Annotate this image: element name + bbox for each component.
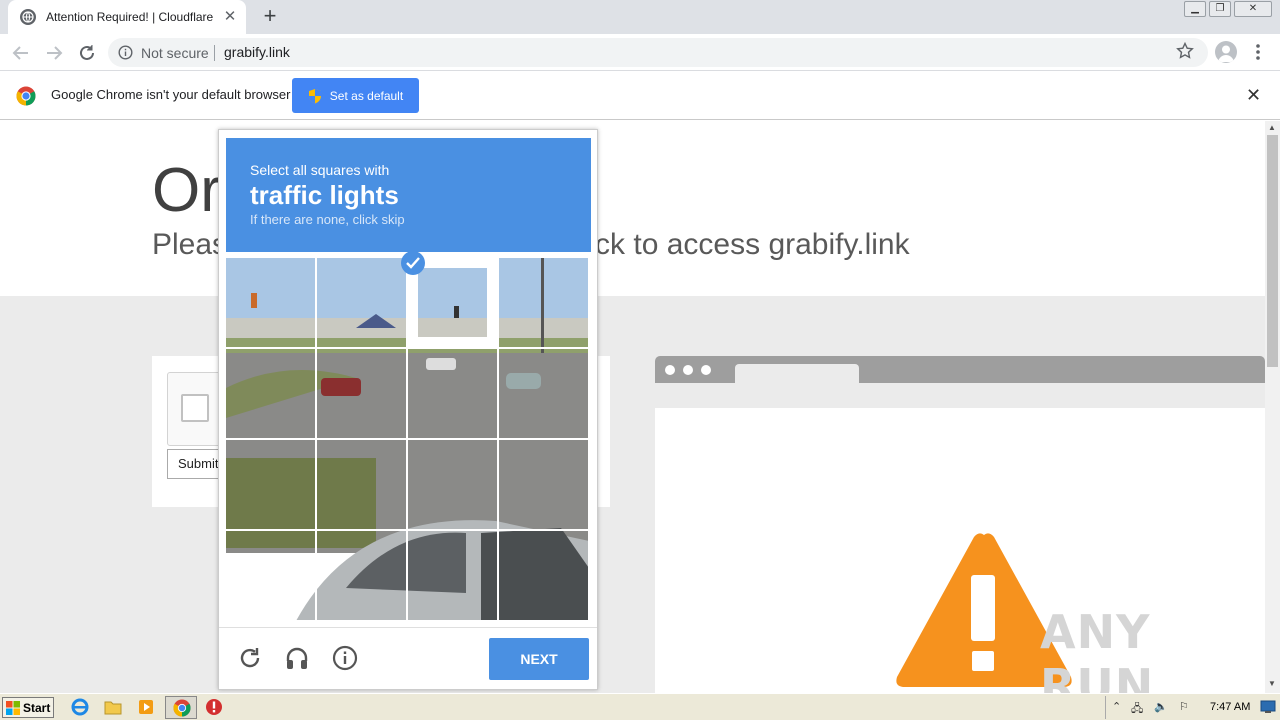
- challenge-tile[interactable]: [317, 258, 406, 347]
- windows-taskbar: Start ⌃ 🖧 🔈 ⚐ 7:47 AM: [0, 693, 1280, 720]
- challenge-tile[interactable]: [317, 349, 406, 438]
- back-icon[interactable]: [10, 42, 32, 64]
- scroll-up-icon[interactable]: ▲: [1268, 123, 1276, 132]
- set-as-default-button[interactable]: Set as default: [292, 78, 419, 113]
- challenge-tile[interactable]: [408, 349, 497, 438]
- challenge-tile[interactable]: [226, 258, 315, 347]
- browser-toolbar: Not secure grabify.link: [0, 34, 1280, 71]
- illustration-tab: [735, 364, 859, 383]
- recaptcha-challenge: Select all squares with traffic lights I…: [218, 129, 598, 690]
- tab-strip: Attention Required! | Cloudflare ✕ + ▁ ❐…: [0, 0, 1280, 34]
- start-label: Start: [23, 700, 51, 715]
- challenge-instruction: Select all squares with: [250, 162, 390, 178]
- media-player-icon[interactable]: [137, 698, 155, 716]
- challenge-tile[interactable]: [408, 531, 497, 620]
- illustration-dot: [701, 365, 711, 375]
- next-button[interactable]: NEXT: [489, 638, 589, 680]
- action-center-flag-icon[interactable]: ⚐: [1179, 700, 1189, 713]
- recaptcha-checkbox[interactable]: [181, 394, 209, 422]
- start-button[interactable]: Start: [2, 697, 54, 718]
- system-tray: ⌃ 🖧 🔈 ⚐ 7:47 AM: [1105, 696, 1280, 719]
- address-url[interactable]: grabify.link: [224, 44, 290, 60]
- challenge-tile[interactable]: [401, 251, 497, 347]
- challenge-tile[interactable]: [499, 531, 588, 620]
- challenge-image-grid: [226, 251, 589, 621]
- illustration-dot: [665, 365, 675, 375]
- illustration-titlebar: [655, 356, 1265, 383]
- profile-avatar-icon[interactable]: [1215, 41, 1237, 63]
- chrome-logo-icon: [16, 86, 36, 106]
- tab-close-icon[interactable]: ✕: [222, 9, 238, 25]
- antivirus-stop-icon[interactable]: [205, 698, 223, 716]
- challenge-tile[interactable]: [499, 440, 588, 529]
- scroll-down-icon[interactable]: ▼: [1268, 679, 1276, 688]
- challenge-tile[interactable]: [317, 440, 406, 529]
- restore-button[interactable]: ❐: [1209, 1, 1231, 17]
- bookmark-star-icon[interactable]: [1176, 42, 1194, 60]
- challenge-tile[interactable]: [226, 531, 315, 620]
- challenge-header: Select all squares with traffic lights I…: [226, 138, 591, 252]
- forward-icon[interactable]: [43, 42, 65, 64]
- volume-icon[interactable]: 🔈: [1154, 700, 1168, 713]
- close-window-button[interactable]: ✕: [1234, 1, 1272, 17]
- minimize-button[interactable]: ▁: [1184, 1, 1206, 17]
- tile-selected-check-icon: [401, 251, 425, 275]
- challenge-hint: If there are none, click skip: [250, 212, 405, 227]
- scroll-thumb[interactable]: [1267, 135, 1278, 367]
- infobar-close-icon[interactable]: ✕: [1246, 86, 1261, 104]
- challenge-tile[interactable]: [499, 349, 588, 438]
- page-subtitle-right: ck to access grabify.link: [595, 228, 910, 261]
- reload-icon[interactable]: [76, 42, 98, 64]
- globe-icon: [20, 9, 36, 25]
- security-label: Not secure: [141, 45, 209, 61]
- info-icon[interactable]: [118, 45, 133, 60]
- internet-explorer-icon[interactable]: [71, 698, 89, 716]
- tray-expand-icon[interactable]: ⌃: [1112, 700, 1121, 713]
- folder-icon[interactable]: [104, 698, 122, 716]
- address-separator: [214, 45, 215, 61]
- challenge-target: traffic lights: [250, 180, 399, 210]
- page-scrollbar[interactable]: ▲ ▼: [1265, 121, 1280, 693]
- set-as-default-label: Set as default: [329, 88, 404, 103]
- more-menu-icon[interactable]: [1250, 43, 1266, 61]
- shield-icon: [308, 88, 321, 103]
- network-icon[interactable]: 🖧: [1131, 700, 1143, 719]
- address-bar[interactable]: Not secure grabify.link: [108, 38, 1208, 67]
- taskbar-chrome-button[interactable]: [165, 696, 197, 719]
- challenge-tile[interactable]: [226, 349, 315, 438]
- default-browser-infobar: Google Chrome isn't your default browser…: [0, 71, 1280, 120]
- tab-title: Attention Required! | Cloudflare: [46, 10, 214, 24]
- challenge-tile[interactable]: [226, 440, 315, 529]
- challenge-tile[interactable]: [408, 440, 497, 529]
- challenge-tile[interactable]: [499, 258, 588, 347]
- browser-tab[interactable]: Attention Required! | Cloudflare ✕: [8, 0, 246, 34]
- windows-logo-icon: [6, 700, 20, 715]
- page-subtitle-left: Pleas: [152, 228, 228, 261]
- infobar-message: Google Chrome isn't your default browser: [51, 87, 291, 102]
- chrome-taskbar-icon: [173, 699, 191, 717]
- reload-challenge-icon[interactable]: [237, 645, 263, 671]
- challenge-tile[interactable]: [317, 531, 406, 620]
- help-info-icon[interactable]: [332, 645, 358, 671]
- illustration-dot: [683, 365, 693, 375]
- page-heading: Or: [152, 156, 221, 225]
- challenge-footer: NEXT: [219, 627, 597, 690]
- new-tab-button[interactable]: +: [258, 5, 282, 29]
- show-desktop-icon[interactable]: [1260, 700, 1276, 714]
- taskbar-clock[interactable]: 7:47 AM: [1210, 701, 1250, 713]
- audio-challenge-icon[interactable]: [284, 645, 310, 671]
